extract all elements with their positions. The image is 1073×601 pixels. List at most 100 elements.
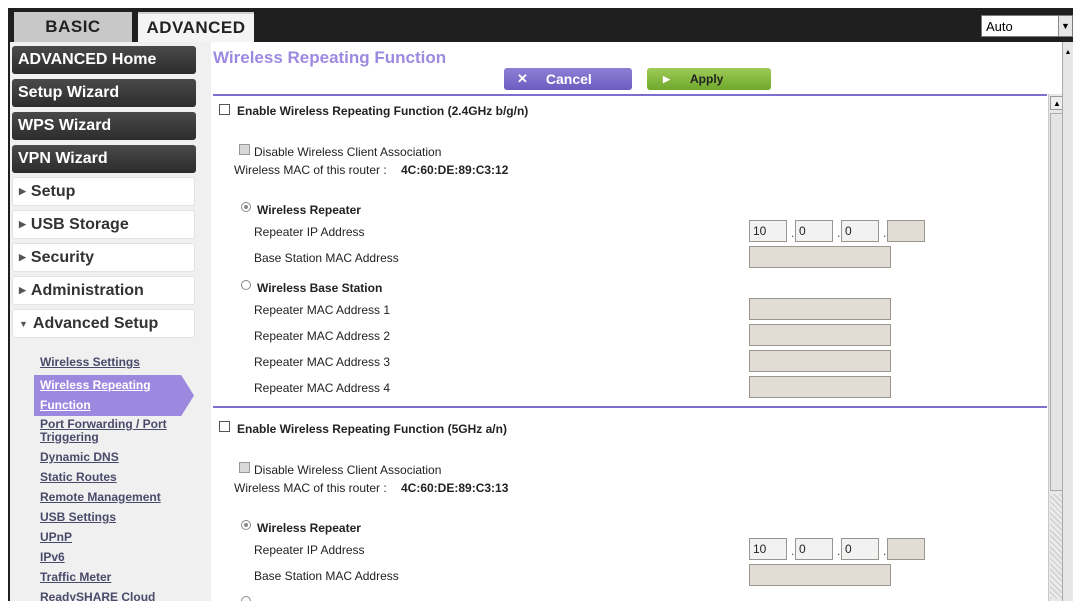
sidebar-link-wireless-repeating-function[interactable]: Wireless Repeating Function bbox=[34, 375, 204, 416]
sidebar-link-ipv6[interactable]: IPv6 bbox=[40, 551, 65, 564]
repeater-ip-octet-3[interactable]: 0 bbox=[841, 220, 879, 242]
enable-repeating-24ghz-checkbox[interactable] bbox=[219, 104, 230, 115]
router-mac-value: 4C:60:DE:89:C3:12 bbox=[401, 163, 509, 177]
top-bar: BASIC ADVANCED Auto ▼ bbox=[0, 0, 1073, 42]
repeater-ip-octet-1[interactable]: 10 bbox=[749, 538, 787, 560]
section-divider bbox=[213, 406, 1047, 408]
wireless-base-station-radio[interactable] bbox=[241, 596, 251, 601]
sidebar-advanced-home[interactable]: ADVANCED Home bbox=[12, 46, 196, 74]
ip-dot: . bbox=[837, 226, 841, 240]
sidebar-link-port-triggering[interactable]: Triggering bbox=[40, 431, 99, 444]
repeater-ip-octet-4[interactable] bbox=[887, 538, 925, 560]
router-mac-value: 4C:60:DE:89:C3:13 bbox=[401, 481, 509, 495]
repeater-mac-4-label: Repeater MAC Address 4 bbox=[254, 381, 391, 395]
repeater-mac-1-input[interactable] bbox=[749, 298, 891, 320]
sidebar-section-label: Setup bbox=[30, 182, 76, 200]
disable-client-association-label: Disable Wireless Client Association bbox=[254, 463, 442, 477]
enable-repeating-24ghz-label: Enable Wireless Repeating Function (2.4G… bbox=[237, 104, 529, 118]
ip-dot: . bbox=[837, 544, 841, 558]
arrow-right-icon: ▶ bbox=[663, 73, 670, 84]
caret-right-icon: ▶ bbox=[19, 285, 26, 295]
sidebar-link-remote-management[interactable]: Remote Management bbox=[40, 491, 161, 504]
repeater-ip-octet-2[interactable]: 0 bbox=[795, 538, 833, 560]
ip-dot: . bbox=[791, 226, 795, 240]
sidebar-link-upnp[interactable]: UPnP bbox=[40, 531, 72, 544]
disable-client-association-5ghz-checkbox[interactable] bbox=[239, 462, 250, 473]
caret-right-icon: ▶ bbox=[19, 252, 26, 262]
sidebar-link-static-routes[interactable]: Static Routes bbox=[40, 471, 117, 484]
main-panel: Wireless Repeating Function ✕ Cancel App… bbox=[211, 42, 1073, 601]
repeater-mac-4-input[interactable] bbox=[749, 376, 891, 398]
cancel-button[interactable]: ✕ Cancel bbox=[504, 68, 632, 90]
sidebar-link-readyshare-cloud[interactable]: ReadySHARE Cloud bbox=[40, 591, 155, 601]
repeater-mac-3-label: Repeater MAC Address 3 bbox=[254, 355, 391, 369]
sidebar-link-usb-settings[interactable]: USB Settings bbox=[40, 511, 116, 524]
content-scroll-area: Enable Wireless Repeating Function (2.4G… bbox=[211, 94, 1047, 601]
ip-dot: . bbox=[791, 544, 795, 558]
sidebar-link-traffic-meter[interactable]: Traffic Meter bbox=[40, 571, 111, 584]
sidebar-link-dynamic-dns[interactable]: Dynamic DNS bbox=[40, 451, 119, 464]
tab-advanced[interactable]: ADVANCED bbox=[138, 12, 254, 42]
sidebar-section-label: USB Storage bbox=[30, 215, 129, 233]
base-station-mac-input[interactable] bbox=[749, 246, 891, 268]
scroll-up-icon[interactable]: ▲ bbox=[1063, 46, 1073, 58]
sidebar-section-setup[interactable]: ▶ Setup bbox=[12, 177, 195, 206]
repeater-mac-2-label: Repeater MAC Address 2 bbox=[254, 329, 391, 343]
apply-label: Apply bbox=[690, 72, 724, 86]
repeater-mac-3-input[interactable] bbox=[749, 350, 891, 372]
caret-down-icon: ▼ bbox=[19, 318, 28, 329]
repeater-ip-octet-2[interactable]: 0 bbox=[795, 220, 833, 242]
sidebar-vpn-wizard[interactable]: VPN Wizard bbox=[12, 145, 196, 173]
repeater-mac-1-label: Repeater MAC Address 1 bbox=[254, 303, 391, 317]
repeater-ip-label: Repeater IP Address bbox=[254, 543, 365, 557]
sidebar-link-label: Wireless Repeating bbox=[40, 378, 151, 392]
sidebar-setup-wizard[interactable]: Setup Wizard bbox=[12, 79, 196, 107]
language-select[interactable]: Auto ▼ bbox=[981, 15, 1073, 37]
sidebar-section-advanced-setup[interactable]: ▼ Advanced Setup bbox=[12, 309, 195, 338]
enable-repeating-5ghz-label: Enable Wireless Repeating Function (5GHz… bbox=[237, 422, 507, 436]
apply-button[interactable]: Apply ▶ bbox=[647, 68, 771, 90]
wireless-repeater-label: Wireless Repeater bbox=[257, 521, 361, 535]
sidebar-section-administration[interactable]: ▶ Administration bbox=[12, 276, 195, 305]
tab-basic[interactable]: BASIC bbox=[14, 12, 132, 42]
enable-repeating-5ghz-checkbox[interactable] bbox=[219, 421, 230, 432]
sidebar-link-wireless-settings[interactable]: Wireless Settings bbox=[40, 356, 140, 369]
disable-client-association-24ghz-checkbox[interactable] bbox=[239, 144, 250, 155]
language-select-value: Auto bbox=[986, 18, 1013, 34]
header-divider bbox=[213, 94, 1047, 96]
base-station-mac-input[interactable] bbox=[749, 564, 891, 586]
sidebar-section-label: Administration bbox=[30, 281, 144, 299]
chevron-down-icon[interactable]: ▼ bbox=[1058, 16, 1072, 36]
sidebar: ADVANCED Home Setup Wizard WPS Wizard VP… bbox=[8, 42, 211, 601]
wireless-repeater-radio[interactable] bbox=[241, 202, 251, 212]
wireless-repeater-radio[interactable] bbox=[241, 520, 251, 530]
repeater-ip-octet-3[interactable]: 0 bbox=[841, 538, 879, 560]
router-admin-page: BASIC ADVANCED Auto ▼ ADVANCED Home Setu… bbox=[0, 0, 1073, 601]
caret-right-icon: ▶ bbox=[19, 219, 26, 229]
wireless-repeater-label: Wireless Repeater bbox=[257, 203, 361, 217]
wireless-base-station-label: Wireless Base Station bbox=[257, 281, 383, 295]
sidebar-section-usb-storage[interactable]: ▶ USB Storage bbox=[12, 210, 195, 239]
base-station-mac-label: Base Station MAC Address bbox=[254, 569, 399, 583]
repeater-ip-label: Repeater IP Address bbox=[254, 225, 365, 239]
router-mac-label: Wireless MAC of this router : bbox=[234, 481, 387, 495]
ip-dot: . bbox=[883, 226, 887, 240]
disable-client-association-label: Disable Wireless Client Association bbox=[254, 145, 442, 159]
close-icon: ✕ bbox=[517, 71, 528, 86]
sidebar-link-label: Function bbox=[40, 398, 91, 412]
base-station-mac-label: Base Station MAC Address bbox=[254, 251, 399, 265]
repeater-ip-octet-1[interactable]: 10 bbox=[749, 220, 787, 242]
wireless-base-station-radio[interactable] bbox=[241, 280, 251, 290]
sidebar-section-label: Advanced Setup bbox=[32, 314, 159, 332]
sidebar-section-label: Security bbox=[30, 248, 95, 266]
sidebar-wps-wizard[interactable]: WPS Wizard bbox=[12, 112, 196, 140]
cancel-label: Cancel bbox=[545, 71, 592, 87]
repeater-mac-2-input[interactable] bbox=[749, 324, 891, 346]
router-mac-label: Wireless MAC of this router : bbox=[234, 163, 387, 177]
page-scrollbar[interactable]: ▲ bbox=[1062, 42, 1073, 601]
caret-right-icon: ▶ bbox=[19, 186, 26, 196]
ip-dot: . bbox=[883, 544, 887, 558]
repeater-ip-octet-4[interactable] bbox=[887, 220, 925, 242]
sidebar-section-security[interactable]: ▶ Security bbox=[12, 243, 195, 272]
page-title: Wireless Repeating Function bbox=[213, 48, 447, 67]
